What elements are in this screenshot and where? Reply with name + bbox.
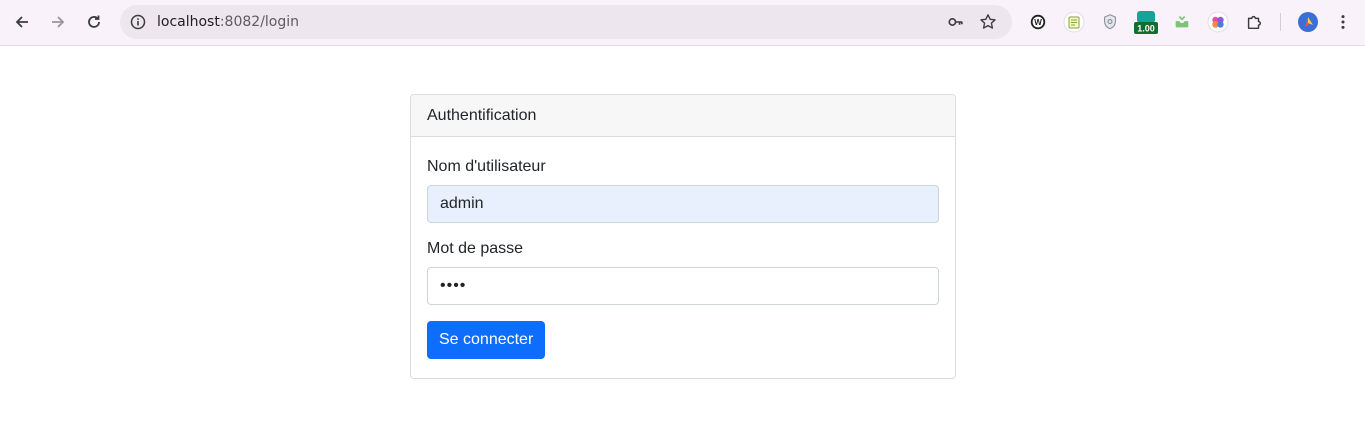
inbox-extension-icon[interactable] <box>1170 10 1194 34</box>
forward-button[interactable] <box>43 7 73 37</box>
url-text: localhost:8082/login <box>157 5 299 39</box>
shield-extension-icon[interactable] <box>1098 10 1122 34</box>
card-header: Authentification <box>411 95 955 137</box>
extension-badge-text: 1.00 <box>1137 24 1155 34</box>
puzzle-extensions-icon[interactable] <box>1242 10 1266 34</box>
username-label: Nom d'utilisateur <box>427 158 546 175</box>
back-button[interactable] <box>7 7 37 37</box>
toolbar-separator <box>1280 13 1281 31</box>
profile-avatar[interactable] <box>1296 10 1320 34</box>
brain-extension-icon[interactable] <box>1206 10 1230 34</box>
badge-extension-icon[interactable]: 1.00 <box>1133 10 1159 34</box>
login-button[interactable]: Se connecter <box>427 321 546 359</box>
login-form: Nom d'utilisateur Mot de passe Se connec… <box>411 137 955 375</box>
browser-toolbar: localhost:8082/login W 1.00 <box>0 0 1365 46</box>
url-host: localhost <box>157 14 220 30</box>
forward-arrow-icon <box>52 16 65 28</box>
wordpress-extension-icon[interactable]: W <box>1026 10 1050 34</box>
key-icon[interactable] <box>946 12 966 32</box>
username-input[interactable] <box>427 185 939 223</box>
password-label: Mot de passe <box>427 240 524 257</box>
username-group: Nom d'utilisateur <box>427 157 939 223</box>
url-path: :8082/login <box>219 14 300 30</box>
kebab-menu-icon[interactable] <box>1331 10 1355 34</box>
notes-extension-icon[interactable] <box>1062 10 1086 34</box>
login-card: Authentification Nom d'utilisateur Mot d… <box>410 94 956 379</box>
reload-icon <box>88 15 100 28</box>
star-icon[interactable] <box>978 12 998 32</box>
reload-button[interactable] <box>79 7 109 37</box>
address-bar[interactable]: localhost:8082/login <box>120 5 1012 39</box>
back-arrow-icon <box>15 16 28 28</box>
password-input[interactable] <box>427 267 939 305</box>
password-group: Mot de passe <box>427 239 939 305</box>
info-icon[interactable] <box>128 12 148 32</box>
svg-text:W: W <box>1034 18 1042 27</box>
